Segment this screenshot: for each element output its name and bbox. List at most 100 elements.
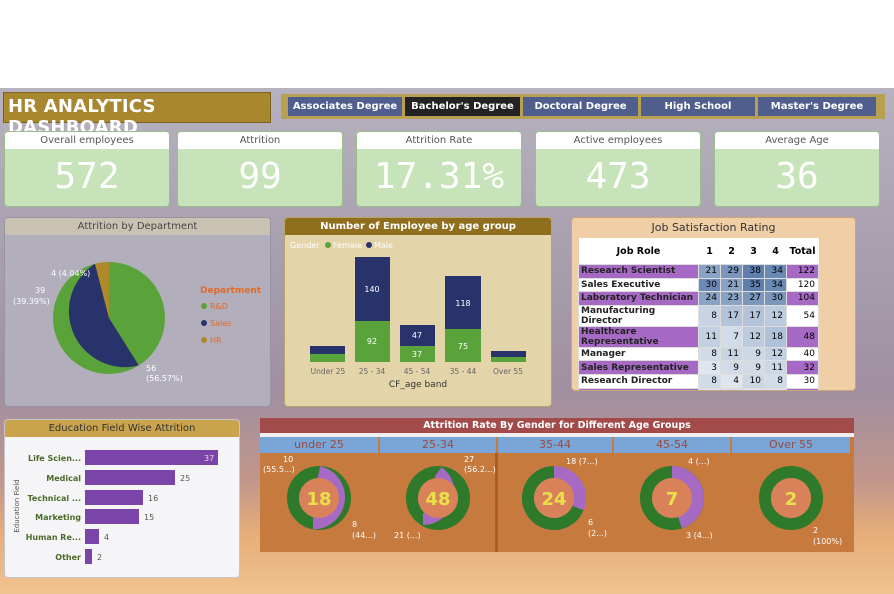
panel-title: Job Satisfaction Rating bbox=[651, 221, 776, 234]
kpi-label: Average Age bbox=[715, 132, 879, 149]
label-rnd-pct: (56.57%) bbox=[146, 374, 183, 383]
bar-technical[interactable] bbox=[85, 490, 143, 505]
bar-over55-male[interactable] bbox=[491, 351, 526, 357]
col-header-1[interactable]: 1 bbox=[698, 238, 721, 265]
bar-label: Technical ... bbox=[27, 494, 81, 503]
age-group-panel: Number of Employee by age group Gender F… bbox=[284, 217, 552, 407]
bar-value: 37 bbox=[204, 454, 215, 463]
cell-value: 30 bbox=[698, 277, 721, 293]
table-row[interactable]: Human Resources 5 7 4 6 22 bbox=[578, 387, 819, 390]
label-bottom-35-44: 6 bbox=[588, 518, 593, 527]
cell-value: 30 bbox=[764, 291, 787, 306]
donut-center-25-34: 48 bbox=[425, 489, 450, 510]
cell-total: 120 bbox=[786, 277, 819, 293]
cell-value: 9 bbox=[720, 360, 743, 375]
cell-role: Manufacturing Director bbox=[578, 304, 699, 327]
cell-value: 11 bbox=[720, 346, 743, 362]
cell-value: 4 bbox=[720, 373, 743, 389]
table-row[interactable]: Research Director 8 4 10 8 30 bbox=[578, 373, 819, 389]
title-bar: HR ANALYTICS DASHBOARD bbox=[3, 92, 271, 138]
col-header-2[interactable]: 2 bbox=[720, 238, 743, 265]
table-row[interactable]: Manufacturing Director 8 17 17 12 54 bbox=[578, 304, 819, 327]
bar-medical[interactable] bbox=[85, 470, 175, 485]
kpi-value: 99 bbox=[238, 156, 282, 197]
bar-under25-female[interactable] bbox=[310, 354, 345, 362]
age-header-35-44: 35-44 bbox=[498, 437, 612, 453]
cell-value: 17 bbox=[720, 304, 743, 327]
cell-value: 21 bbox=[698, 264, 721, 279]
job-satisfaction-table: Job Role 1 2 3 4 Total Research Scientis… bbox=[578, 238, 819, 390]
label-top2-under25: (55.5...) bbox=[263, 465, 295, 474]
table-row[interactable]: Sales Executive 30 21 35 34 120 bbox=[578, 277, 819, 293]
degree-slicer: Associates Degree Bachelor's Degree Doct… bbox=[281, 94, 885, 119]
bar-other[interactable] bbox=[85, 549, 92, 564]
cell-value: 9 bbox=[742, 346, 765, 362]
x-axis-label: CF_age band bbox=[389, 380, 447, 390]
table-row[interactable]: Research Scientist 21 29 38 34 122 bbox=[578, 264, 819, 279]
table-row[interactable]: Sales Representative 3 9 9 11 32 bbox=[578, 360, 819, 375]
cell-value: 11 bbox=[698, 325, 721, 348]
kpi-value: 36 bbox=[775, 156, 819, 197]
label-hr: 4 (4.04%) bbox=[51, 269, 90, 278]
donut-center-45-54: 7 bbox=[666, 489, 679, 510]
legend-dot-rnd bbox=[201, 303, 207, 309]
cell-value: 7 bbox=[720, 387, 743, 390]
bar-label: Other bbox=[55, 553, 81, 562]
bar-value: 16 bbox=[148, 494, 159, 503]
tab-high-school[interactable]: High School bbox=[641, 97, 755, 116]
cell-value: 7 bbox=[720, 325, 743, 348]
cell-role: Healthcare Representative bbox=[578, 325, 699, 348]
value-25-34-female: 92 bbox=[367, 337, 377, 346]
legend-dot-sales bbox=[201, 320, 207, 326]
age-header-45-54: 45-54 bbox=[614, 437, 730, 453]
cell-value: 4 bbox=[742, 387, 765, 390]
label-bottom2-under25: (44...) bbox=[352, 531, 376, 540]
tab-doctoral-degree[interactable]: Doctoral Degree bbox=[523, 97, 638, 116]
gender-age-panel: Attrition Rate By Gender for Different A… bbox=[260, 418, 854, 552]
col-header-total[interactable]: Total bbox=[786, 238, 819, 265]
bar-human-resources[interactable] bbox=[85, 529, 99, 544]
tab-associates-degree[interactable]: Associates Degree bbox=[288, 97, 402, 116]
tab-masters-degree[interactable]: Master's Degree bbox=[758, 97, 876, 116]
table-row[interactable]: Laboratory Technician 24 23 27 30 104 bbox=[578, 291, 819, 306]
cell-value: 24 bbox=[698, 291, 721, 306]
cell-value: 17 bbox=[742, 304, 765, 327]
kpi-average-age: Average Age 36 bbox=[714, 131, 880, 207]
value-45-54-male: 47 bbox=[412, 331, 422, 340]
age-group-bar-chart: Gender Female Male 140 92 47 37 118 75 U… bbox=[290, 241, 526, 390]
label-sales-pct: (39.39%) bbox=[13, 297, 50, 306]
cell-role: Research Scientist bbox=[578, 264, 699, 279]
bar-label: Life Scien... bbox=[27, 454, 81, 463]
cell-value: 34 bbox=[764, 277, 787, 293]
col-header-3[interactable]: 3 bbox=[742, 238, 765, 265]
table-row[interactable]: Manager 8 11 9 12 40 bbox=[578, 346, 819, 362]
bar-value: 4 bbox=[104, 533, 110, 542]
kpi-overall-employees: Overall employees 572 bbox=[4, 131, 170, 207]
value-25-34-male: 140 bbox=[364, 285, 379, 294]
bar-over55-female[interactable] bbox=[491, 357, 526, 362]
cell-value: 8 bbox=[698, 346, 721, 362]
x-tick-under25: Under 25 bbox=[311, 367, 346, 376]
attrition-by-department-panel: Attrition by Department 4 (4.04%) 39 (39… bbox=[4, 217, 271, 407]
col-header-4[interactable]: 4 bbox=[764, 238, 787, 265]
bar-life-sciences[interactable] bbox=[85, 450, 218, 465]
age-header-under25: under 25 bbox=[260, 437, 378, 453]
label-bottom-over55: 2 bbox=[813, 526, 818, 535]
bar-value: 25 bbox=[180, 474, 191, 483]
bar-label: Marketing bbox=[35, 513, 81, 522]
label-sales-count: 39 bbox=[35, 286, 45, 295]
cell-role: Laboratory Technician bbox=[578, 291, 699, 306]
bar-under25-male[interactable] bbox=[310, 346, 345, 354]
table-row[interactable]: Healthcare Representative 11 7 12 18 48 bbox=[578, 325, 819, 348]
cell-total: 22 bbox=[786, 387, 819, 390]
cell-value: 5 bbox=[698, 387, 721, 390]
col-header-role[interactable]: Job Role bbox=[578, 238, 699, 265]
legend-hr: HR bbox=[210, 336, 222, 345]
cell-value: 34 bbox=[764, 264, 787, 279]
legend-title: Department bbox=[200, 286, 262, 296]
cell-value: 8 bbox=[764, 373, 787, 389]
x-tick-over55: Over 55 bbox=[493, 367, 523, 376]
label-bottom2-over55: (100%) bbox=[813, 537, 842, 546]
bar-marketing[interactable] bbox=[85, 509, 139, 524]
tab-bachelors-degree[interactable]: Bachelor's Degree bbox=[405, 97, 520, 116]
